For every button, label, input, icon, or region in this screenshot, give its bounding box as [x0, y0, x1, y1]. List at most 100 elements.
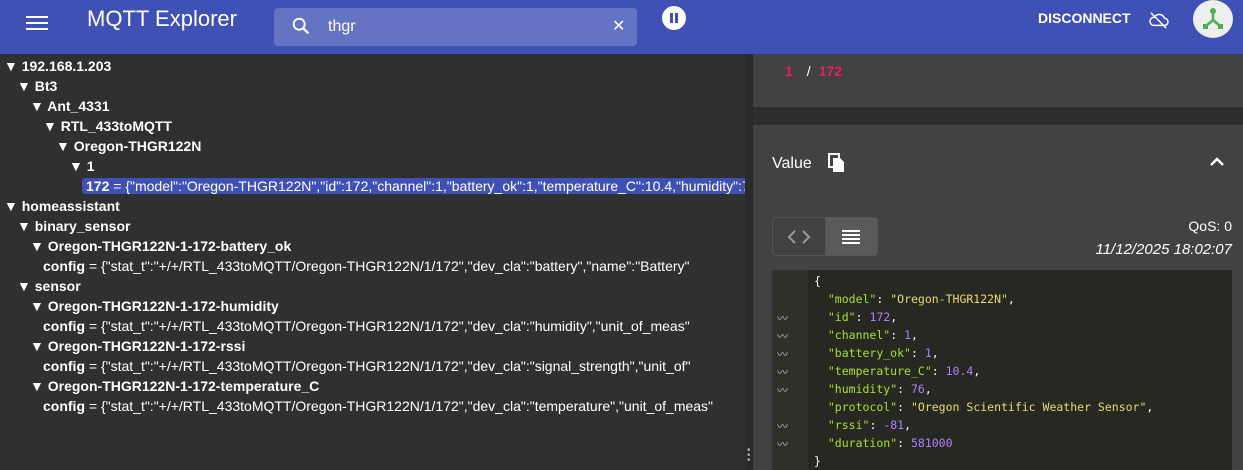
json-line: "id": 172, — [827, 310, 898, 324]
tree-node[interactable]: ▼ 192.168.1.203 — [4, 56, 111, 76]
search-input[interactable]: thgr ✕ — [274, 8, 637, 46]
tree-node-label[interactable]: ▼ binary_sensor — [17, 218, 130, 234]
tree-node-label[interactable]: ▼ Oregon-THGR122N-1-172-battery_ok — [30, 238, 291, 254]
tree-node[interactable]: ▼ Oregon-THGR122N-1-172-rssi — [30, 336, 245, 356]
json-line: "temperature_C": 10.4, — [827, 364, 981, 378]
json-value: "Oregon-THGR122N" — [890, 292, 1008, 306]
tree-node[interactable]: ▼ Oregon-THGR122N-1-172-temperature_C — [30, 376, 319, 396]
json-key: id — [834, 310, 849, 324]
json-line: "battery_ok": 1, — [827, 346, 939, 360]
tree-node[interactable]: ▼ Oregon-THGR122N-1-172-humidity — [30, 296, 279, 316]
app-header: MQTT Explorer thgr ✕ DISCONNECT — [0, 0, 1243, 54]
tree-node-value: = {"stat_t":"+/+/RTL_433toMQTT/Oregon-TH… — [85, 258, 690, 274]
sparkline-icon[interactable]: 〰 — [777, 382, 788, 398]
tree-node-value: = {"model":"Oregon-THGR122N","id":172,"c… — [109, 178, 745, 194]
drag-handle-icon[interactable]: • • • — [747, 446, 751, 466]
code-icon — [787, 229, 811, 244]
tree-node[interactable]: ▼ Ant_4331 — [30, 96, 109, 116]
app-title: MQTT Explorer — [87, 6, 237, 31]
timestamp: 11/12/2025 18:02:07 — [1095, 241, 1232, 258]
json-line: "duration": 581000 — [827, 436, 953, 450]
tree-node-value: = {"stat_t":"+/+/RTL_433toMQTT/Oregon-TH… — [85, 358, 691, 374]
sparkline-icon[interactable]: 〰 — [777, 364, 788, 380]
tree-node-label[interactable]: ▼ 1 — [69, 158, 95, 174]
disconnect-button[interactable]: DISCONNECT — [1038, 10, 1131, 26]
sparkline-icon[interactable]: 〰 — [777, 310, 788, 326]
json-value: 10.4 — [945, 364, 974, 378]
network-icon — [1203, 8, 1223, 29]
search-icon — [292, 17, 310, 35]
topic-tree[interactable]: ▼ 192.168.1.203 ▼ Bt3 ▼ Ant_4331 ▼ RTL_433t… — [0, 54, 745, 470]
json-key: duration — [834, 436, 891, 450]
json-value: -81 — [883, 418, 905, 432]
json-value: 1 — [904, 328, 911, 342]
json-value: 76 — [910, 382, 925, 396]
breadcrumb: 1 / 172 — [785, 63, 842, 79]
sparkline-icon[interactable]: 〰 — [777, 418, 788, 434]
json-key: protocol — [834, 400, 891, 414]
details-panel: 1 / 172 Value QoS: 0 11/12/2025 18:02:07 {… — [753, 54, 1243, 470]
tree-node[interactable]: 172 = {"model":"Oregon-THGR122N","id":17… — [82, 176, 745, 196]
tree-node-value: = {"stat_t":"+/+/RTL_433toMQTT/Oregon-TH… — [85, 398, 714, 414]
breadcrumb-separator: / — [806, 63, 811, 79]
qos-label: QoS: 0 — [1188, 218, 1232, 234]
tree-node-label[interactable]: ▼ sensor — [17, 278, 81, 294]
tree-node-label[interactable]: ▼ Oregon-THGR122N-1-172-humidity — [30, 298, 279, 314]
clear-search-icon[interactable]: ✕ — [612, 16, 625, 36]
pause-button[interactable] — [662, 6, 686, 30]
tree-node[interactable]: ▼ Oregon-THGR122N-1-172-battery_ok — [30, 236, 291, 256]
json-value: 172 — [869, 310, 891, 324]
tree-node[interactable]: ▼ Bt3 — [17, 76, 57, 96]
tree-node[interactable]: ▼ homeassistant — [4, 196, 120, 216]
tree-node[interactable]: ▼ binary_sensor — [17, 216, 130, 236]
tree-node[interactable]: config = {"stat_t":"+/+/RTL_433toMQTT/Or… — [43, 316, 690, 336]
tree-node[interactable]: config = {"stat_t":"+/+/RTL_433toMQTT/Or… — [43, 396, 713, 416]
view-mode-toggle[interactable] — [772, 217, 878, 256]
tree-node[interactable]: config = {"stat_t":"+/+/RTL_433toMQTT/Or… — [43, 256, 690, 276]
tree-node[interactable]: ▼ sensor — [17, 276, 81, 296]
chevron-up-icon[interactable] — [1209, 154, 1225, 170]
tree-node-label[interactable]: ▼ homeassistant — [4, 198, 120, 214]
tree-node-label[interactable]: ▼ 192.168.1.203 — [4, 58, 111, 74]
sparkline-icon[interactable]: 〰 — [777, 436, 788, 452]
raw-view-button[interactable] — [824, 218, 877, 255]
json-value: 581000 — [910, 436, 953, 450]
breadcrumb-item[interactable]: 1 — [785, 63, 793, 79]
tree-node-label[interactable]: ▼ Oregon-THGR122N — [56, 138, 201, 154]
sparkline-icon[interactable]: 〰 — [777, 328, 788, 344]
json-viewer[interactable]: { "model": "Oregon-THGR122N", 〰 "id": 172… — [772, 270, 1232, 470]
json-brace: { — [814, 274, 821, 288]
tree-node-label[interactable]: config — [43, 318, 85, 334]
tree-node[interactable]: ▼ Oregon-THGR122N — [56, 136, 201, 156]
tree-node[interactable]: ▼ RTL_433toMQTT — [43, 116, 172, 136]
tree-node-label[interactable]: ▼ RTL_433toMQTT — [43, 118, 172, 134]
code-view-button[interactable] — [773, 218, 825, 255]
menu-icon[interactable] — [26, 14, 48, 32]
tree-node-label[interactable]: ▼ Oregon-THGR122N-1-172-rssi — [30, 338, 245, 354]
tree-node-label[interactable]: ▼ Ant_4331 — [30, 98, 109, 114]
tree-node[interactable]: config = {"stat_t":"+/+/RTL_433toMQTT/Or… — [43, 356, 690, 376]
breadcrumb-item[interactable]: 172 — [819, 63, 842, 79]
cloud-off-icon — [1149, 12, 1169, 29]
json-line: "channel": 1, — [827, 328, 918, 342]
avatar[interactable] — [1193, 0, 1233, 38]
json-key: temperature_C — [834, 364, 925, 378]
tree-node-label[interactable]: config — [43, 258, 85, 274]
tree-node-label[interactable]: ▼ Bt3 — [17, 78, 57, 94]
tree-node-label[interactable]: ▼ Oregon-THGR122N-1-172-temperature_C — [30, 378, 319, 394]
panel-splitter[interactable] — [745, 54, 753, 470]
tree-node-label[interactable]: 172 — [86, 178, 109, 194]
value-heading: Value — [772, 155, 812, 172]
copy-icon[interactable] — [828, 153, 846, 173]
sparkline-icon[interactable]: 〰 — [777, 346, 788, 362]
json-line: { — [814, 272, 821, 290]
json-line: "humidity": 76, — [827, 382, 932, 396]
json-brace: } — [814, 454, 821, 468]
json-key: battery_ok — [834, 346, 905, 360]
search-value[interactable]: thgr — [328, 18, 356, 36]
tree-node[interactable]: ▼ 1 — [69, 156, 95, 176]
json-line: } — [814, 452, 821, 470]
tree-node-label[interactable]: config — [43, 358, 85, 374]
tree-node-label[interactable]: config — [43, 398, 85, 414]
json-line: "rssi": -81, — [827, 418, 912, 432]
